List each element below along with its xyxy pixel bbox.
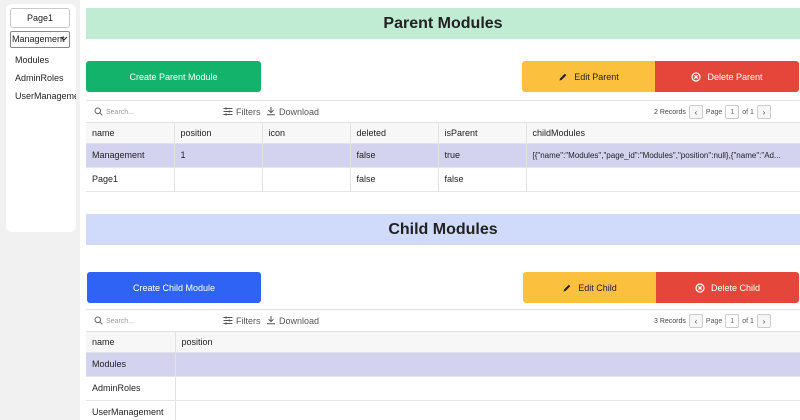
column-header[interactable]: isParent <box>438 123 527 144</box>
table-cell: 1 <box>174 143 263 168</box>
table-row[interactable]: Management 1 false true [{"name":"Module… <box>86 143 800 168</box>
records-count: 2 Records <box>654 108 686 116</box>
child-table-toolbar: Search... Filters Download 3 Records ‹ P… <box>86 310 800 332</box>
download-label: Download <box>279 107 320 117</box>
table-cell: UserManagement <box>86 400 176 420</box>
edit-parent-label: Edit Parent <box>574 71 619 82</box>
app-select[interactable]: Management <box>10 31 70 48</box>
prev-page-button[interactable]: ‹ <box>688 105 703 119</box>
table-cell <box>175 376 800 401</box>
table-cell <box>526 167 800 192</box>
parent-search-input[interactable]: Search... <box>94 101 134 123</box>
table-cell: false <box>350 167 439 192</box>
search-placeholder: Search... <box>106 108 135 116</box>
app-select-value: Management <box>12 34 65 44</box>
edit-parent-button[interactable]: Edit Parent <box>522 61 655 92</box>
table-row[interactable]: Page1 false false <box>86 167 800 192</box>
table-cell: false <box>438 167 527 192</box>
delete-parent-button[interactable]: Delete Parent <box>655 61 799 92</box>
table-cell <box>262 143 351 168</box>
pencil-icon <box>558 72 568 82</box>
page-label: Page <box>705 108 723 116</box>
parent-filters-button[interactable]: Filters <box>223 101 261 123</box>
next-page-button[interactable]: › <box>756 314 771 328</box>
sidebar: Page1 Management Modules AdminRoles User… <box>6 4 76 232</box>
table-cell <box>175 400 800 420</box>
create-child-label: Create Child Module <box>132 282 216 293</box>
column-header[interactable]: deleted <box>350 123 439 144</box>
table-cell: AdminRoles <box>86 376 176 401</box>
edit-child-label: Edit Child <box>578 282 617 293</box>
pencil-icon <box>562 283 572 293</box>
column-header[interactable]: childModules <box>526 123 800 144</box>
create-parent-label: Create Parent Module <box>129 71 218 82</box>
filter-icon <box>223 316 233 327</box>
parent-pagination: 2 Records ‹ Page 1 of 1 › <box>654 101 771 123</box>
filters-label: Filters <box>236 107 261 117</box>
chevron-down-icon <box>60 32 68 47</box>
download-icon <box>266 315 276 327</box>
create-child-module-button[interactable]: Create Child Module <box>87 272 261 303</box>
child-filters-button[interactable]: Filters <box>223 310 261 332</box>
sidebar-item-adminroles[interactable]: AdminRoles <box>15 73 64 83</box>
main-content: Parent Modules Create Parent Module Edit… <box>80 0 800 420</box>
table-cell: Management <box>86 143 175 168</box>
child-modules-title: Child Modules <box>86 214 800 245</box>
sidebar-item-usermanagement[interactable]: UserManagement <box>15 91 76 101</box>
table-row[interactable]: UserManagement <box>86 400 800 420</box>
filters-label: Filters <box>236 316 261 326</box>
column-header[interactable]: position <box>174 123 263 144</box>
table-cell: [{"name":"Modules","page_id":"Modules","… <box>526 143 800 168</box>
close-circle-icon <box>691 71 702 82</box>
create-parent-module-button[interactable]: Create Parent Module <box>86 61 261 92</box>
child-download-button[interactable]: Download <box>266 310 319 332</box>
prev-page-button[interactable]: ‹ <box>688 314 703 328</box>
page-number-input[interactable]: 1 <box>725 314 740 328</box>
edit-child-button[interactable]: Edit Child <box>523 272 656 303</box>
delete-child-button[interactable]: Delete Child <box>656 272 799 303</box>
parent-table-grid: name position icon deleted isParent chil… <box>86 123 800 192</box>
sidebar-item-modules[interactable]: Modules <box>15 55 49 65</box>
column-header[interactable]: name <box>86 332 176 353</box>
search-placeholder: Search... <box>106 317 135 325</box>
table-row[interactable]: AdminRoles <box>86 376 800 401</box>
table-cell: true <box>438 143 527 168</box>
table-row[interactable]: Modules <box>86 352 800 377</box>
table-cell <box>175 352 800 377</box>
table-cell: Modules <box>86 352 176 377</box>
next-page-button[interactable]: › <box>756 105 771 119</box>
search-icon <box>94 107 103 118</box>
child-table-grid: name position Modules AdminRoles UserMan… <box>86 332 800 420</box>
filter-icon <box>223 107 233 118</box>
search-icon <box>94 316 103 327</box>
table-cell: false <box>350 143 439 168</box>
table-header-row: name position icon deleted isParent chil… <box>86 123 800 144</box>
page-name-box[interactable]: Page1 <box>10 8 70 28</box>
delete-child-label: Delete Child <box>710 282 761 293</box>
parent-table-toolbar: Search... Filters Download 2 Records ‹ P… <box>86 101 800 123</box>
delete-parent-label: Delete Parent <box>707 71 763 82</box>
page-of-label: of 1 <box>742 108 754 116</box>
page-label: Page <box>705 317 723 325</box>
table-cell: Page1 <box>86 167 175 192</box>
page-of-label: of 1 <box>742 317 754 325</box>
close-circle-icon <box>695 282 705 293</box>
child-search-input[interactable]: Search... <box>94 310 134 332</box>
download-label: Download <box>279 316 320 326</box>
table-cell <box>174 167 263 192</box>
child-modules-table: Search... Filters Download 3 Records ‹ P… <box>86 309 800 420</box>
parent-modules-title: Parent Modules <box>86 8 800 39</box>
parent-modules-table: Search... Filters Download 2 Records ‹ P… <box>86 100 800 198</box>
column-header[interactable]: name <box>86 123 175 144</box>
parent-download-button[interactable]: Download <box>266 101 319 123</box>
column-header[interactable]: position <box>175 332 800 353</box>
records-count: 3 Records <box>654 317 686 325</box>
table-header-row: name position <box>86 332 800 353</box>
column-header[interactable]: icon <box>262 123 351 144</box>
page-number-input[interactable]: 1 <box>725 105 740 119</box>
download-icon <box>266 106 276 118</box>
table-cell <box>262 167 351 192</box>
child-pagination: 3 Records ‹ Page 1 of 1 › <box>654 310 771 332</box>
